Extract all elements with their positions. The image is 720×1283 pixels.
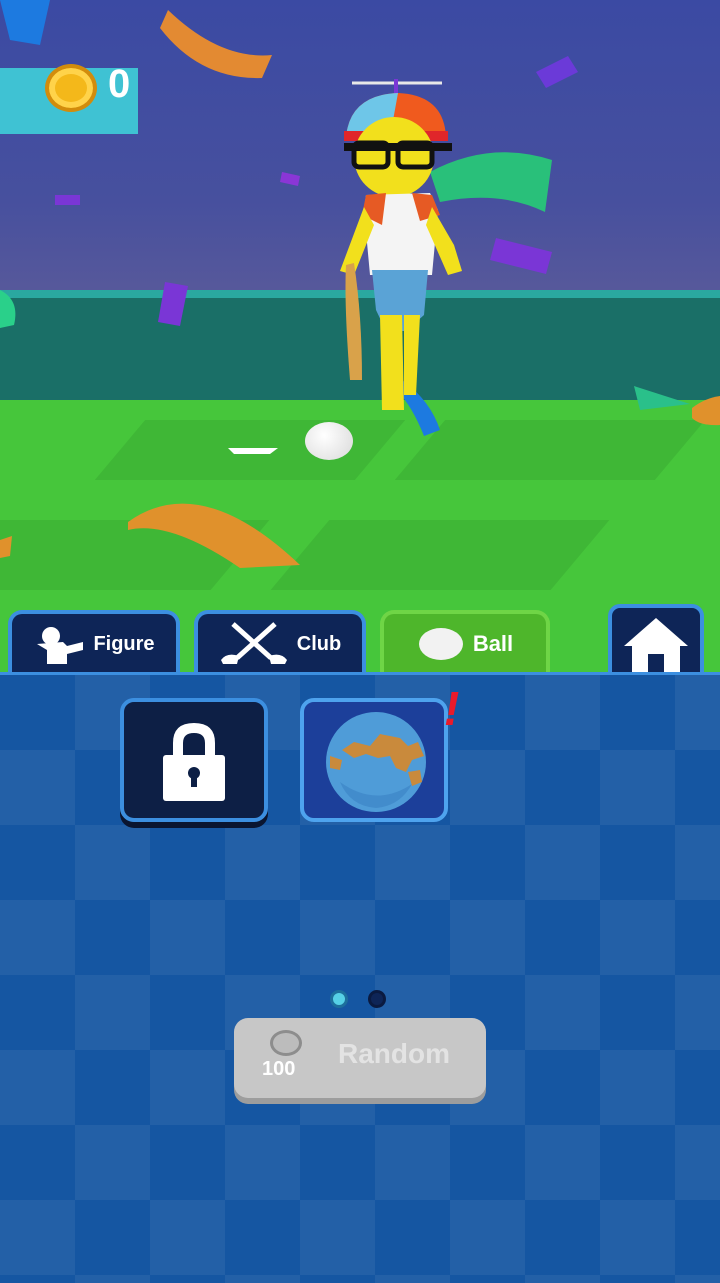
game-scene: 0 Figure Club Ball	[0, 0, 720, 672]
tab-figure-label: Figure	[93, 632, 155, 655]
club-icon	[220, 622, 287, 664]
figure-icon	[37, 627, 84, 664]
page-dot-2[interactable]	[368, 990, 386, 1008]
home-button[interactable]	[608, 604, 704, 672]
ball-slot-earth[interactable]	[300, 698, 448, 822]
random-label: Random	[338, 1038, 450, 1069]
lock-icon	[163, 723, 225, 801]
earth-ball-icon	[326, 712, 426, 812]
random-button[interactable]: 100 Random	[234, 1018, 486, 1098]
ball-slot-locked[interactable]	[120, 698, 268, 822]
silver-coin-icon	[270, 1030, 302, 1056]
page-dot-1[interactable]	[330, 990, 348, 1008]
tab-ball[interactable]: Ball	[380, 610, 550, 672]
home-icon	[624, 618, 688, 672]
tab-club-label: Club	[296, 632, 342, 655]
golf-ball	[305, 422, 353, 460]
random-price: 100	[262, 1058, 296, 1080]
player-character	[340, 79, 462, 410]
ball-icon	[418, 628, 463, 660]
tab-figure[interactable]: Figure	[8, 610, 180, 672]
tab-club[interactable]: Club	[194, 610, 366, 672]
tab-ball-label: Ball	[472, 631, 514, 656]
coin-count: 0	[108, 62, 131, 106]
gold-coin-icon	[45, 64, 97, 112]
